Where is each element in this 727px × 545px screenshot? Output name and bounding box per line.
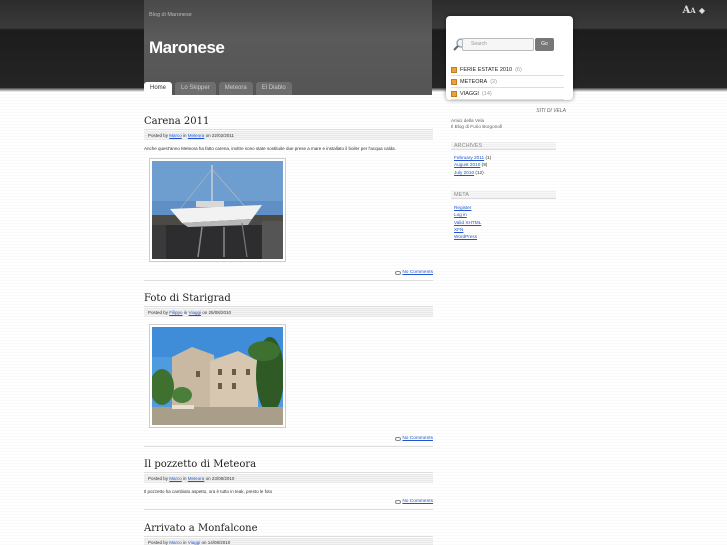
post-title[interactable]: Il pozzetto di Meteora xyxy=(144,459,433,473)
meta-prefix: Posted by xyxy=(148,310,170,315)
boat-photo[interactable] xyxy=(149,158,286,262)
meta-date: on 22/02/2011 xyxy=(204,133,235,138)
font-reset-icon[interactable]: ◆ xyxy=(699,5,705,15)
category-name[interactable]: METEORA xyxy=(460,76,487,88)
links-heading: SITI DI VELA xyxy=(536,108,566,114)
links-list: Amici della Vela Il Blog di Furio Borgon… xyxy=(451,118,502,130)
comment-icon xyxy=(395,499,402,504)
folder-icon xyxy=(451,90,457,97)
archive-count: (1) xyxy=(484,155,492,160)
archive-link[interactable]: July 2010 xyxy=(454,170,474,175)
post-separator xyxy=(144,446,433,447)
meta-xfn-link[interactable]: XFN xyxy=(454,227,463,232)
main-nav: Home Lo Skipper Meteora El Diablo xyxy=(144,82,292,95)
font-size-controls[interactable]: AA ◆ xyxy=(683,5,706,16)
nav-tab-home[interactable]: Home xyxy=(144,82,173,95)
archives-title: ARCHIVES xyxy=(451,142,556,150)
boat-image xyxy=(152,161,283,259)
font-decrease-button[interactable]: A xyxy=(690,6,695,15)
author-link[interactable]: Marco xyxy=(169,133,182,138)
site-tagline: Blog di Maronese xyxy=(149,12,192,18)
post-title[interactable]: Carena 2011 xyxy=(144,116,433,130)
category-name[interactable]: VIAGGI xyxy=(460,88,479,100)
author-link[interactable]: Marco xyxy=(169,540,182,545)
comment-icon xyxy=(395,270,402,275)
category-link[interactable]: Viaggi xyxy=(188,540,200,545)
post-excerpt: Il pozzetto ha cambiato aspetto, ora è t… xyxy=(144,489,273,494)
comments-label[interactable]: No Comments xyxy=(402,436,433,441)
meta-date: on 25/08/2010 xyxy=(200,310,232,315)
archive-count: (9) xyxy=(480,162,488,168)
archive-item: August 2010 (9) xyxy=(454,161,491,168)
archives-list: February 2011 (1) August 2010 (9) July 2… xyxy=(454,154,491,176)
post-separator xyxy=(144,280,433,281)
meta-date: on 14/08/2010 xyxy=(200,540,231,545)
post: Il pozzetto di Meteora Posted by Marco i… xyxy=(144,459,433,494)
folder-icon xyxy=(451,66,457,73)
post-title[interactable]: Arrivato a Monfalcone xyxy=(144,523,433,537)
post-excerpt: Anche quest'anno Meteora ha fatto carena… xyxy=(144,146,396,151)
starigrad-photo[interactable] xyxy=(149,324,286,428)
category-count: (2) xyxy=(490,78,497,85)
category-count: (14) xyxy=(481,90,492,97)
post-meta: Posted by Marco in Viaggi on 14/08/2010 xyxy=(144,538,433,545)
sidebar-search-box: Search Go FERIE ESTATE 2010 (6) METEORA … xyxy=(446,16,573,100)
category-link[interactable]: Viaggi xyxy=(189,310,201,315)
post-separator xyxy=(144,509,433,510)
link-blog-furio[interactable]: Il Blog di Furio Borgonofi xyxy=(451,124,502,130)
meta-list: Register Log in Valid XHTML XFN WordPres… xyxy=(454,204,481,240)
meta-prefix: Posted by xyxy=(148,133,170,138)
comments-label[interactable]: No Comments xyxy=(402,270,433,275)
comment-icon xyxy=(395,436,402,441)
author-link[interactable]: Filippo xyxy=(169,310,182,315)
post: Carena 2011 Posted by Marco in Meteora o… xyxy=(144,116,433,151)
archive-count: (12) xyxy=(474,169,484,175)
category-link[interactable]: Meteora xyxy=(188,476,205,481)
search-go-button[interactable]: Go xyxy=(535,38,554,51)
archive-item: February 2011 (1) xyxy=(454,154,491,161)
post-meta: Posted by Marco in Meteora on 23/08/2010 xyxy=(144,474,433,483)
meta-wordpress-link[interactable]: WordPress xyxy=(454,234,477,239)
nav-tab-el-diablo[interactable]: El Diablo xyxy=(255,82,292,95)
post-meta: Posted by Marco in Meteora on 22/02/2011 xyxy=(144,131,433,140)
category-item[interactable]: FERIE ESTATE 2010 (6) xyxy=(451,64,564,76)
archive-item: July 2010 (12) xyxy=(454,169,491,176)
comments-link[interactable]: No Comments xyxy=(395,436,433,441)
post: Foto di Starigrad Posted by Filippo in V… xyxy=(144,293,433,317)
nav-tab-lo-skipper[interactable]: Lo Skipper xyxy=(175,82,216,95)
post: Arrivato a Monfalcone Posted by Marco in… xyxy=(144,523,433,545)
meta-xhtml-link[interactable]: Valid XHTML xyxy=(454,220,481,225)
category-count: (6) xyxy=(515,66,522,73)
meta-title: META xyxy=(451,191,556,199)
category-link[interactable]: Meteora xyxy=(188,133,205,138)
archive-link[interactable]: August 2010 xyxy=(454,162,480,167)
meta-prefix: Posted by xyxy=(148,540,170,545)
nav-tab-meteora[interactable]: Meteora xyxy=(218,82,253,95)
category-item[interactable]: METEORA (2) xyxy=(451,76,564,88)
post-meta: Posted by Filippo in Viaggi on 25/08/201… xyxy=(144,308,433,317)
search-input[interactable]: Search xyxy=(462,38,534,51)
comments-label[interactable]: No Comments xyxy=(402,499,433,504)
town-image xyxy=(150,327,284,425)
comments-link[interactable]: No Comments xyxy=(395,270,433,275)
meta-login-link[interactable]: Log in xyxy=(454,212,467,217)
folder-icon xyxy=(451,78,457,85)
site-title[interactable]: Maronese xyxy=(149,38,225,58)
category-name[interactable]: FERIE ESTATE 2010 xyxy=(460,64,512,76)
meta-date: on 23/08/2010 xyxy=(204,476,235,481)
author-link[interactable]: Marco xyxy=(169,476,182,481)
meta-prefix: Posted by xyxy=(148,476,170,481)
archive-link[interactable]: February 2011 xyxy=(454,155,484,160)
post-title[interactable]: Foto di Starigrad xyxy=(144,293,433,307)
meta-register-link[interactable]: Register xyxy=(454,205,471,210)
comments-link[interactable]: No Comments xyxy=(395,499,433,504)
category-list: FERIE ESTATE 2010 (6) METEORA (2) VIAGGI… xyxy=(451,64,564,100)
category-item[interactable]: VIAGGI (14) xyxy=(451,88,564,100)
site-header: Blog di Maronese Maronese Home Lo Skippe… xyxy=(144,0,432,95)
